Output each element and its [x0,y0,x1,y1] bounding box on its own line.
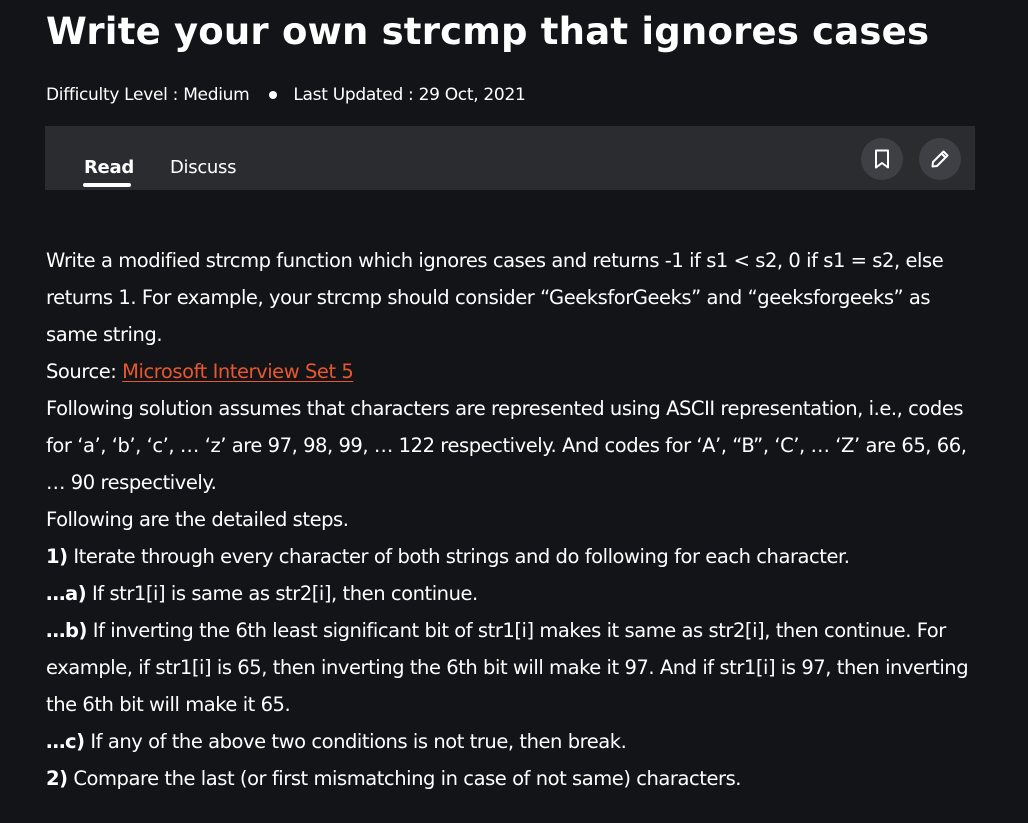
step-1a: …a) If str1[i] is same as str2[i], then … [46,575,976,612]
step-1: 1) Iterate through every character of bo… [46,538,976,575]
step-1c-number: …c) [46,730,85,753]
last-updated: Last Updated : 29 Oct, 2021 [293,85,526,105]
step-1b-number: …b) [46,619,88,642]
step-1b-text: If inverting the 6th least significant b… [46,619,969,716]
article-meta: Difficulty Level : Medium Last Updated :… [46,83,526,107]
separator-dot-icon [269,91,278,99]
pencil-icon [931,150,949,168]
source-label: Source: [46,360,123,383]
page-title: Write your own strcmp that ignores cases [46,10,930,53]
steps-intro: Following are the detailed steps. [46,508,349,531]
edit-button[interactable] [919,138,961,180]
active-tab-indicator [83,183,131,187]
step-1-number: 1) [46,545,68,568]
assumption-paragraph: Following solution assumes that characte… [46,397,967,494]
bookmark-button[interactable] [861,138,903,180]
step-1a-number: …a) [46,582,87,605]
step-1c-text: If any of the above two conditions is no… [84,730,627,753]
step-2-number: 2) [46,767,68,790]
step-2: 2) Compare the last (or first mismatchin… [46,760,976,797]
step-1a-text: If str1[i] is same as str2[i], then cont… [86,582,478,605]
step-2-text: Compare the last (or first mismatching i… [67,767,742,790]
article-body: Write a modified strcmp function which i… [46,242,976,797]
intro-paragraph: Write a modified strcmp function which i… [46,249,944,346]
step-1b: …b) If inverting the 6th least significa… [46,612,976,723]
step-1-text: Iterate through every character of both … [67,545,850,568]
step-1c: …c) If any of the above two conditions i… [46,723,976,760]
article-tab-bar: Read Discuss [45,126,975,190]
bookmark-icon [875,149,889,169]
tab-read[interactable]: Read [84,156,134,180]
source-line: Source: Microsoft Interview Set 5 [46,353,976,390]
tab-discuss[interactable]: Discuss [170,156,237,180]
difficulty-level: Difficulty Level : Medium [46,85,250,105]
source-link[interactable]: Microsoft Interview Set 5 [122,360,354,383]
